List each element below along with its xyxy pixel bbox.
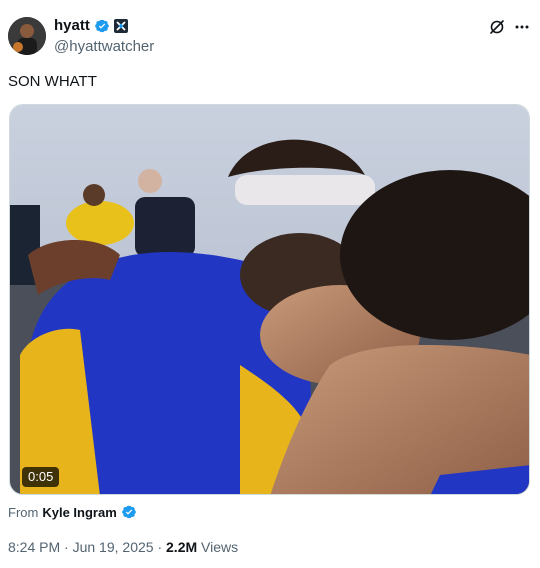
tweet-text: SON WHATT — [8, 73, 97, 90]
video-player[interactable]: 0:05 — [9, 104, 530, 495]
tweet-time[interactable]: 8:24 PM — [8, 539, 60, 555]
video-source: From Kyle Ingram — [8, 504, 137, 520]
author-display-name[interactable]: hyatt — [54, 17, 90, 35]
more-options-icon[interactable] — [513, 18, 531, 36]
author-avatar[interactable] — [8, 17, 46, 55]
x-affiliate-icon[interactable] — [113, 19, 128, 33]
tweet-metadata: 8:24 PM · Jun 19, 2025 · 2.2M Views — [8, 539, 238, 555]
views-count[interactable]: 2.2M — [166, 539, 197, 555]
grok-icon[interactable] — [488, 18, 506, 36]
views-label: Views — [201, 539, 239, 555]
source-author-link[interactable]: Kyle Ingram — [42, 505, 116, 520]
author-handle[interactable]: @hyattwatcher — [54, 38, 154, 55]
source-verified-badge-icon — [121, 504, 137, 520]
meta-separator: · — [157, 539, 163, 555]
verified-badge-icon — [94, 18, 110, 34]
video-duration-badge: 0:05 — [22, 467, 60, 487]
tweet-header: hyatt @hyattwatcher — [0, 0, 540, 68]
meta-separator: · — [64, 539, 69, 555]
tweet-date[interactable]: Jun 19, 2025 — [73, 539, 154, 555]
video-frame — [10, 105, 529, 494]
source-prefix: From — [8, 504, 39, 520]
